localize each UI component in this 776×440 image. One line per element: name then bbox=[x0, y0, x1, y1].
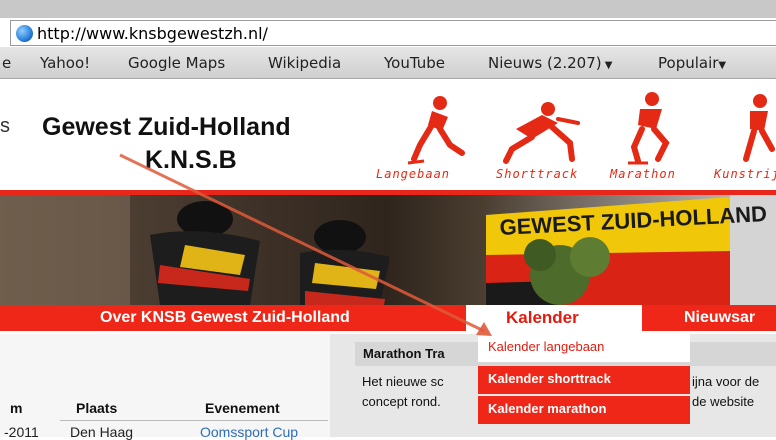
url-text[interactable]: http://www.knsbgewestzh.nl/ bbox=[37, 24, 268, 43]
bookmark-nieuws-label: Nieuws (2.207) bbox=[488, 54, 602, 72]
globe-icon bbox=[16, 25, 33, 42]
bookmark-nieuws[interactable]: Nieuws (2.207) ▼ bbox=[488, 54, 613, 72]
browser-titlebar bbox=[0, 0, 776, 18]
bookmark-wikipedia[interactable]: Wikipedia bbox=[268, 54, 341, 72]
bookmark-youtube[interactable]: YouTube bbox=[384, 54, 445, 72]
bookmark-populair[interactable]: Populair▼ bbox=[658, 54, 726, 72]
bookmark-google-maps[interactable]: Google Maps bbox=[128, 54, 225, 72]
annotation-arrow bbox=[119, 153, 492, 336]
bookmark-populair-label: Populair bbox=[658, 54, 719, 72]
bookmark-fragment[interactable]: e bbox=[2, 54, 11, 72]
address-bar[interactable]: http://www.knsbgewestzh.nl/ bbox=[10, 20, 776, 46]
bookmarks-bar: e Yahoo! Google Maps Wikipedia YouTube N… bbox=[0, 47, 776, 79]
chevron-down-icon: ▼ bbox=[601, 60, 613, 71]
web-page: s Gewest Zuid-Holland K.N.S.B Langebaan … bbox=[0, 79, 776, 440]
bookmark-yahoo[interactable]: Yahoo! bbox=[40, 54, 90, 72]
chevron-down-icon: ▼ bbox=[718, 60, 727, 71]
